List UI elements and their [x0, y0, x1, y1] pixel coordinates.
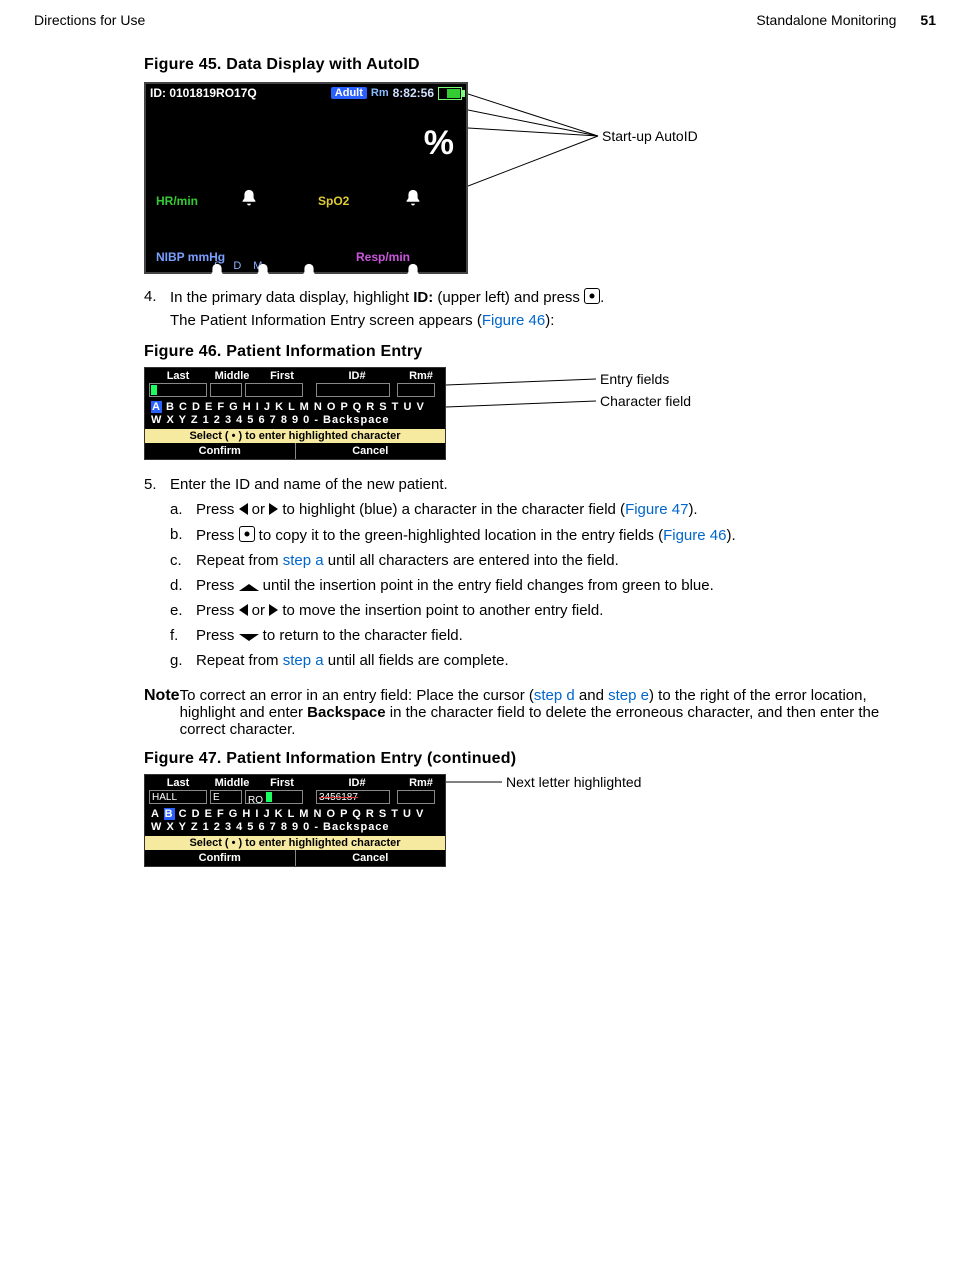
field-middle — [210, 383, 242, 397]
figure-45-callout: Start-up AutoID — [602, 128, 698, 144]
field-first — [245, 383, 303, 397]
select-button-icon — [584, 288, 600, 304]
step-4-sub: The Patient Information Entry screen app… — [170, 312, 906, 329]
percent-symbol: % — [424, 124, 454, 163]
col-last: Last — [149, 777, 207, 789]
bell-icon — [402, 262, 424, 284]
step-d-link[interactable]: step d — [534, 687, 575, 704]
field-last: HALL — [149, 790, 207, 804]
substep-letter: g. — [170, 652, 196, 669]
entry-panel-47: Last Middle First ID# Rm# HALL E RO 3456… — [144, 774, 446, 867]
figure-46-link[interactable]: Figure 46 — [482, 312, 545, 329]
col-rm: Rm# — [401, 370, 441, 382]
substep-d: Press until the insertion point in the e… — [196, 577, 714, 594]
bell-icon — [298, 262, 320, 284]
step-e-link[interactable]: step e — [608, 687, 649, 704]
room-label: Rm — [371, 87, 389, 99]
hr-label: HR/min — [156, 194, 198, 208]
field-first: RO — [245, 790, 303, 804]
bell-icon — [402, 188, 424, 210]
col-last: Last — [149, 370, 207, 382]
monitor-screenshot: ID: 0101819RO17Q Adult Rm 8:82:56 % HR/m… — [144, 82, 468, 274]
left-arrow-icon — [239, 503, 248, 515]
substep-g: Repeat from step a until all fields are … — [196, 652, 509, 669]
character-field: A B C D E F G H I J K L M N O P Q R S T … — [145, 400, 445, 429]
cancel-button[interactable]: Cancel — [296, 443, 446, 459]
figure-46-callout-2: Character field — [600, 393, 691, 409]
bell-icon — [252, 262, 274, 284]
col-middle: Middle — [207, 370, 257, 382]
page-header: Directions for Use Standalone Monitoring… — [34, 12, 936, 28]
substep-f: Press to return to the character field. — [196, 627, 463, 644]
right-arrow-icon — [269, 604, 278, 616]
patient-type-badge: Adult — [331, 87, 367, 99]
bell-icon — [206, 262, 228, 284]
col-id: ID# — [321, 777, 393, 789]
substep-letter: b. — [170, 526, 196, 544]
substep-e: Press or to move the insertion point to … — [196, 602, 603, 619]
step-number: 4. — [144, 288, 170, 306]
step-4-text: In the primary data display, highlight I… — [170, 288, 604, 306]
page-number: 51 — [920, 12, 936, 28]
step-number: 5. — [144, 476, 170, 493]
monitor-id: ID: 0101819RO17Q — [150, 86, 257, 100]
substep-c: Repeat from step a until all characters … — [196, 552, 619, 569]
figure-46-callout-1: Entry fields — [600, 371, 669, 387]
header-left: Directions for Use — [34, 12, 145, 28]
figure-46-link[interactable]: Figure 46 — [663, 527, 726, 544]
bell-icon — [238, 188, 260, 210]
hint-bar: Select ( • ) to enter highlighted charac… — [145, 836, 445, 850]
left-arrow-icon — [239, 604, 248, 616]
col-id: ID# — [321, 370, 393, 382]
col-middle: Middle — [207, 777, 257, 789]
confirm-button[interactable]: Confirm — [145, 850, 295, 866]
field-id — [316, 383, 390, 397]
character-field: A B C D E F G H I J K L M N O P Q R S T … — [145, 807, 445, 836]
substep-letter: e. — [170, 602, 196, 619]
col-rm: Rm# — [401, 777, 441, 789]
field-middle: E — [210, 790, 242, 804]
select-button-icon — [239, 526, 255, 542]
note-text: To correct an error in an entry field: P… — [180, 687, 906, 738]
col-first: First — [257, 370, 307, 382]
figure-47-link[interactable]: Figure 47 — [625, 501, 688, 518]
field-rm — [397, 383, 435, 397]
confirm-button[interactable]: Confirm — [145, 443, 295, 459]
step-a-link[interactable]: step a — [283, 652, 324, 669]
note-label: Note — [144, 687, 180, 738]
right-arrow-icon — [269, 503, 278, 515]
figure-47-title: Figure 47. Patient Information Entry (co… — [144, 750, 906, 768]
figure-45-title: Figure 45. Data Display with AutoID — [144, 56, 906, 74]
figure-46-title: Figure 46. Patient Information Entry — [144, 343, 906, 361]
step-a-link[interactable]: step a — [283, 552, 324, 569]
monitor-time: 8:82:56 — [393, 86, 434, 100]
entry-panel-46: Last Middle First ID# Rm# A B C D E F G … — [144, 367, 446, 460]
field-id: 3456187 — [316, 790, 390, 804]
header-section: Standalone Monitoring — [756, 12, 896, 28]
spo2-label: SpO2 — [318, 194, 349, 208]
substep-letter: d. — [170, 577, 196, 594]
field-last — [149, 383, 207, 397]
substep-a: Press or to highlight (blue) a character… — [196, 501, 698, 518]
substep-letter: f. — [170, 627, 196, 644]
cancel-button[interactable]: Cancel — [296, 850, 446, 866]
field-rm — [397, 790, 435, 804]
substep-b: Press to copy it to the green-highlighte… — [196, 526, 736, 544]
up-arrow-icon — [239, 584, 259, 591]
down-arrow-icon — [239, 634, 259, 641]
step-5-text: Enter the ID and name of the new patient… — [170, 476, 448, 493]
hint-bar: Select ( • ) to enter highlighted charac… — [145, 429, 445, 443]
battery-icon — [438, 87, 462, 100]
substep-letter: c. — [170, 552, 196, 569]
substep-letter: a. — [170, 501, 196, 518]
col-first: First — [257, 777, 307, 789]
figure-47-callout: Next letter highlighted — [506, 774, 641, 790]
